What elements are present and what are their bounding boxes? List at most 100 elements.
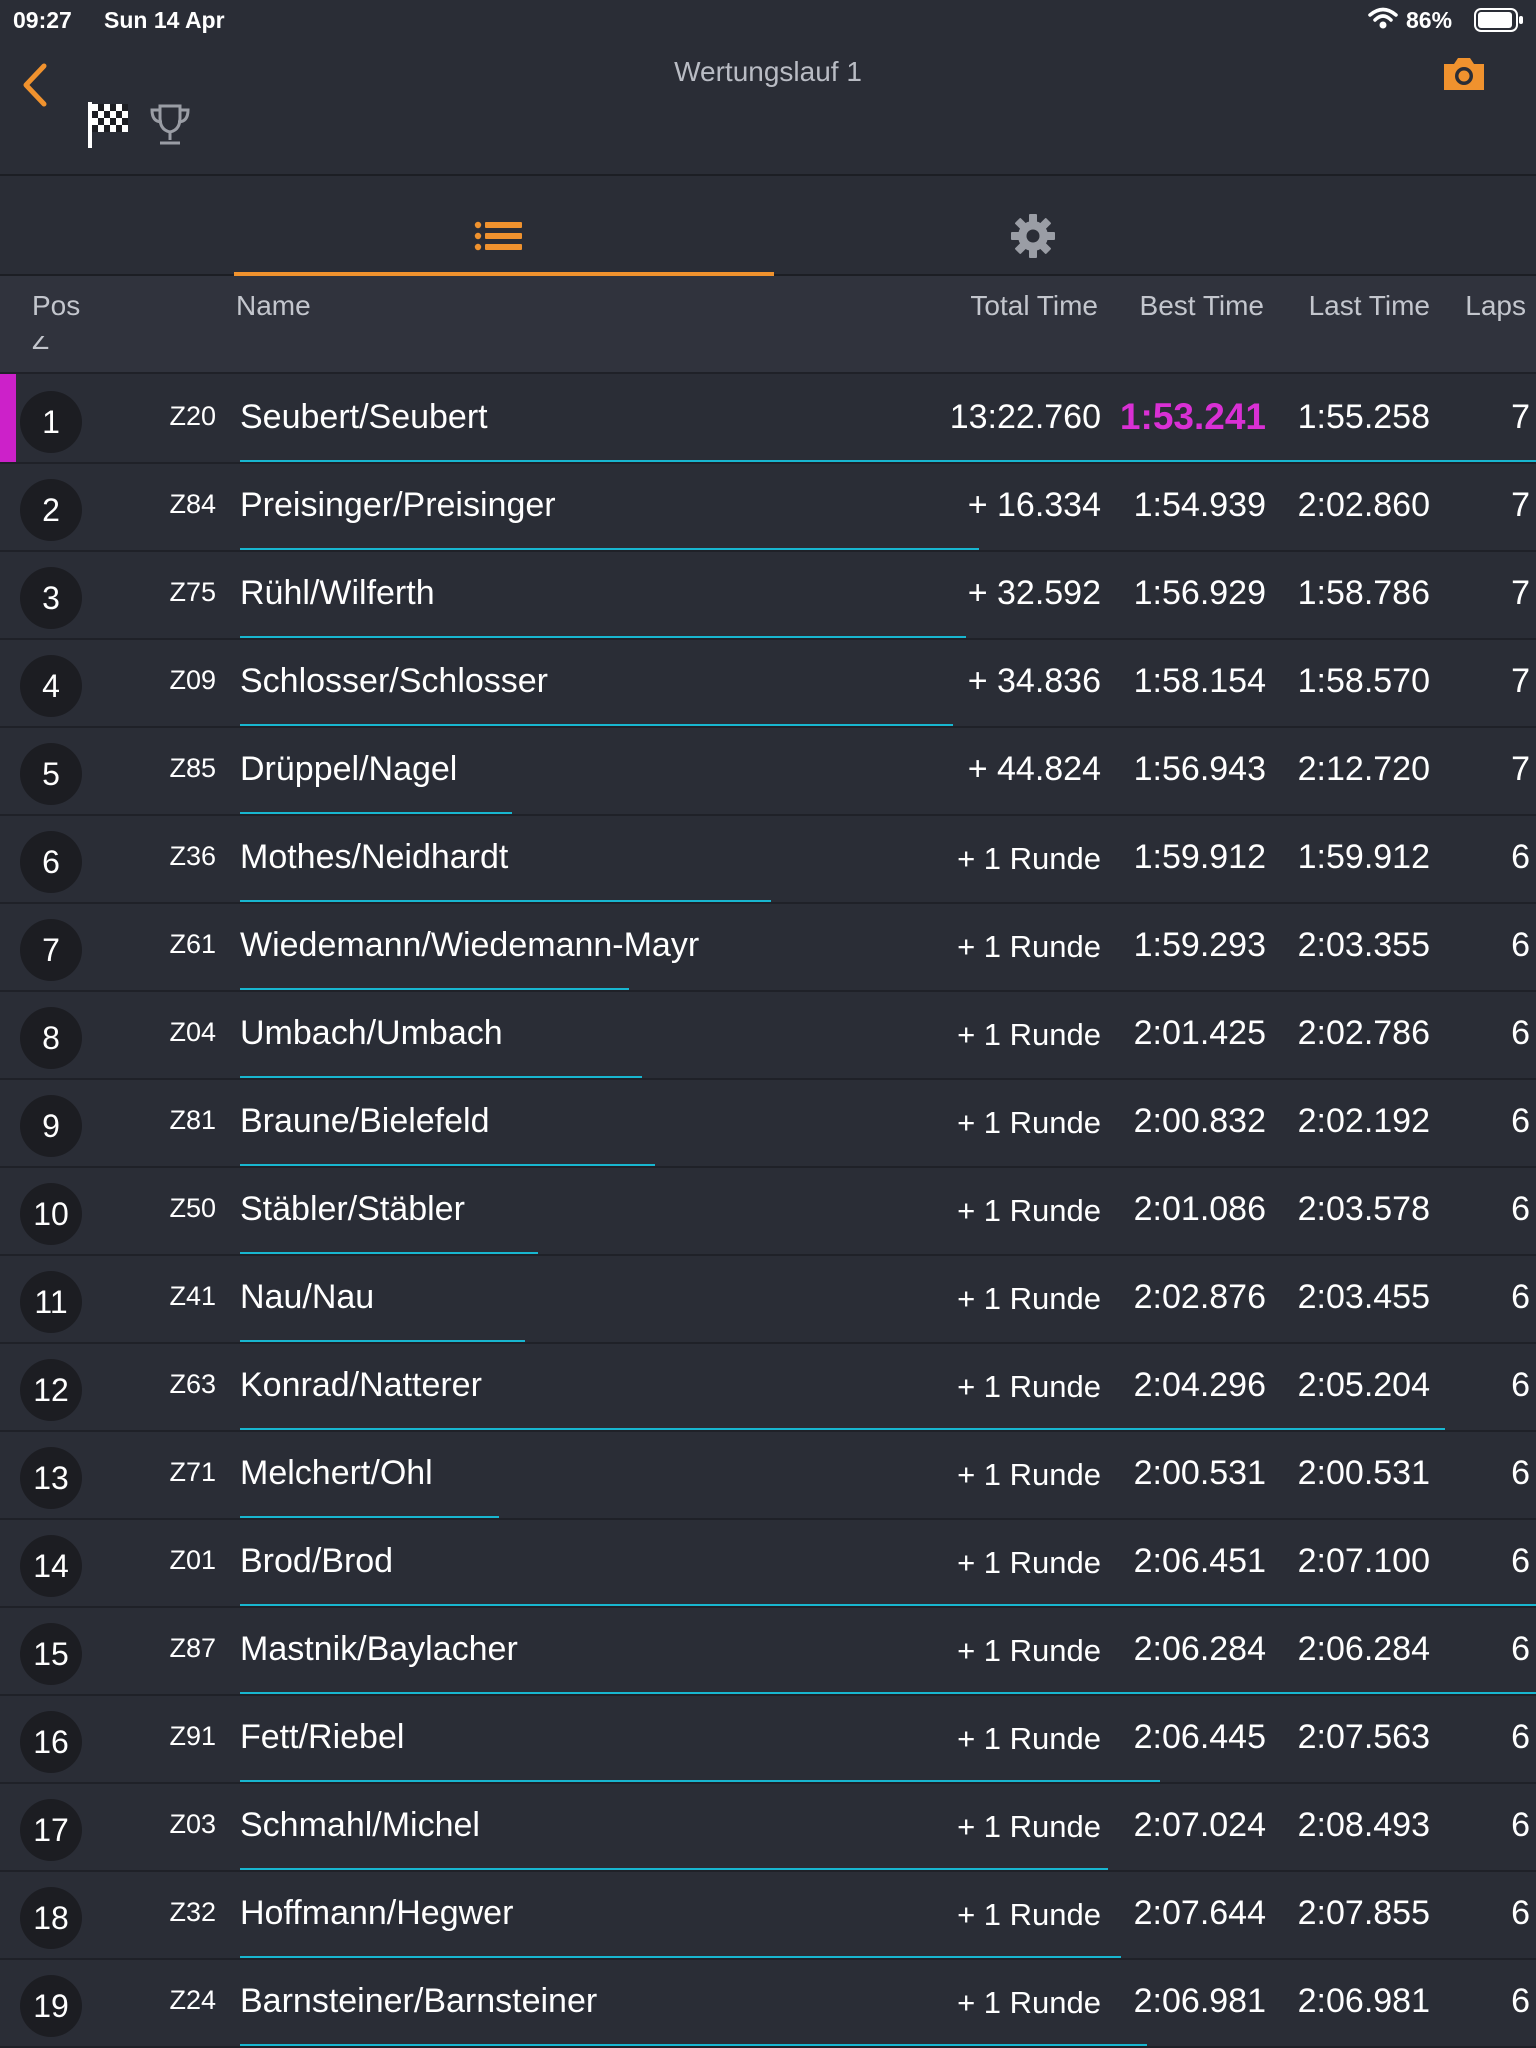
best-time: 2:00.531 — [1133, 1454, 1266, 1492]
car-number: Z03 — [169, 1809, 216, 1839]
car-number: Z71 — [169, 1457, 216, 1487]
position-badge: 15 — [20, 1623, 82, 1685]
last-time: 2:02.192 — [1297, 1102, 1430, 1140]
table-row[interactable]: 18 Z32 Hoffmann/Hegwer + 1 Runde 2:07.644 2:0… — [0, 1870, 1536, 1960]
table-row[interactable]: 12 Z63 Konrad/Natterer + 1 Runde 2:04.296 2:0… — [0, 1342, 1536, 1432]
driver-name: Melchert/Ohl — [240, 1454, 433, 1492]
laps-count: 6 — [1511, 1718, 1530, 1756]
driver-name: Braune/Bielefeld — [240, 1102, 490, 1140]
best-time: 1:59.293 — [1133, 926, 1266, 964]
best-time: 2:01.086 — [1133, 1190, 1266, 1228]
column-header-pos[interactable]: Pos — [32, 290, 80, 322]
total-time: + 1 Runde — [957, 1721, 1101, 1756]
car-number: Z91 — [169, 1721, 216, 1751]
total-time: + 1 Runde — [957, 841, 1101, 876]
best-time: 1:56.943 — [1133, 750, 1266, 788]
driver-name: Wiedemann/Wiedemann-Mayr — [240, 926, 700, 964]
car-number: Z01 — [169, 1545, 216, 1575]
column-header-best-time[interactable]: Best Time — [1140, 290, 1264, 322]
driver-name: Fett/Riebel — [240, 1718, 405, 1756]
laps-count: 6 — [1511, 1630, 1530, 1668]
table-row[interactable]: 13 Z71 Melchert/Ohl + 1 Runde 2:00.531 2:00.5… — [0, 1430, 1536, 1520]
position-badge: 18 — [20, 1887, 82, 1949]
laps-count: 6 — [1511, 1542, 1530, 1580]
position-badge: 12 — [20, 1359, 82, 1421]
total-time: + 1 Runde — [957, 1105, 1101, 1140]
total-time: + 32.592 — [967, 574, 1101, 612]
last-time: 2:06.284 — [1297, 1630, 1430, 1668]
table-row[interactable]: 15 Z87 Mastnik/Baylacher + 1 Runde 2:06.284 2… — [0, 1606, 1536, 1696]
table-row[interactable]: 2 Z84 Preisinger/Preisinger + 16.334 1:54.93… — [0, 462, 1536, 552]
table-row[interactable]: 5 Z85 Drüppel/Nagel + 44.824 1:56.943 2:12.72… — [0, 726, 1536, 816]
table-row[interactable]: 19 Z24 Barnsteiner/Barnsteiner + 1 Runde 2:0… — [0, 1958, 1536, 2048]
laps-count: 7 — [1511, 398, 1530, 436]
best-time: 1:58.154 — [1133, 662, 1266, 700]
driver-name: Drüppel/Nagel — [240, 750, 458, 788]
car-number: Z09 — [169, 665, 216, 695]
position-badge: 19 — [20, 1975, 82, 2037]
status-bar: 09:27 Sun 14 Apr 86% — [0, 0, 1536, 40]
position-badge: 14 — [20, 1535, 82, 1597]
table-row[interactable]: 3 Z75 Rühl/Wilferth + 32.592 1:56.929 1:58.78… — [0, 550, 1536, 640]
laps-count: 7 — [1511, 750, 1530, 788]
position-badge: 6 — [20, 831, 82, 893]
last-time: 2:02.860 — [1297, 486, 1430, 524]
driver-name: Seubert/Seubert — [240, 398, 488, 436]
driver-name: Brod/Brod — [240, 1542, 394, 1580]
table-row[interactable]: 16 Z91 Fett/Riebel + 1 Runde 2:06.445 2:07.56… — [0, 1694, 1536, 1784]
best-time: 2:00.832 — [1133, 1102, 1266, 1140]
table-header: Pos Name Total Time Best Time Last Time … — [0, 276, 1536, 336]
total-time: + 1 Runde — [957, 1369, 1101, 1404]
total-time: + 34.836 — [967, 662, 1101, 700]
table-row[interactable]: 1 Z20 Seubert/Seubert 13:22.760 1:53.241 1:55… — [0, 374, 1536, 464]
driver-name: Mothes/Neidhardt — [240, 838, 509, 876]
status-time: 09:27 — [13, 7, 72, 33]
table-row[interactable]: 14 Z01 Brod/Brod + 1 Runde 2:06.451 2:07.100 6 — [0, 1518, 1536, 1608]
camera-icon — [1444, 58, 1484, 90]
total-time: + 44.824 — [967, 750, 1101, 788]
best-time: 1:53.241 — [1119, 396, 1266, 437]
trophy-icon[interactable] — [148, 102, 192, 148]
car-number: Z87 — [169, 1633, 216, 1663]
total-time: + 1 Runde — [957, 1457, 1101, 1492]
table-row[interactable]: 8 Z04 Umbach/Umbach + 1 Runde 2:01.425 2:02.7… — [0, 990, 1536, 1080]
table-row[interactable]: 4 Z09 Schlosser/Schlosser + 34.836 1:58.154 1… — [0, 638, 1536, 728]
table-row[interactable]: 9 Z81 Braune/Bielefeld + 1 Runde 2:00.832 2:0… — [0, 1078, 1536, 1168]
section-label: Z — [32, 336, 50, 355]
last-time: 2:07.563 — [1297, 1718, 1430, 1756]
column-header-name[interactable]: Name — [236, 290, 311, 322]
camera-button[interactable] — [1440, 52, 1488, 96]
best-time: 2:04.296 — [1133, 1366, 1266, 1404]
battery-icon — [1474, 8, 1524, 38]
tab-results-list[interactable] — [234, 176, 774, 276]
driver-name: Hoffmann/Hegwer — [240, 1894, 514, 1932]
laps-count: 6 — [1511, 1454, 1530, 1492]
last-time: 2:03.355 — [1297, 926, 1430, 964]
last-time: 2:06.981 — [1297, 1982, 1430, 2020]
checkered-flag-icon[interactable] — [86, 98, 132, 150]
last-time: 2:00.531 — [1297, 1454, 1430, 1492]
car-number: Z85 — [169, 753, 216, 783]
position-badge: 13 — [20, 1447, 82, 1509]
best-time: 2:07.644 — [1133, 1894, 1266, 1932]
table-row[interactable]: 17 Z03 Schmahl/Michel + 1 Runde 2:07.024 2:08… — [0, 1782, 1536, 1872]
driver-name: Umbach/Umbach — [240, 1014, 503, 1052]
table-row[interactable]: 6 Z36 Mothes/Neidhardt + 1 Runde 1:59.912 1:5… — [0, 814, 1536, 904]
laps-count: 7 — [1511, 574, 1530, 612]
tab-settings[interactable] — [774, 176, 1314, 274]
table-row[interactable]: 7 Z61 Wiedemann/Wiedemann-Mayr + 1 Runde 1:5… — [0, 902, 1536, 992]
battery-percent: 86% — [1406, 7, 1453, 33]
table-row[interactable]: 11 Z41 Nau/Nau + 1 Runde 2:02.876 2:03.455 6 — [0, 1254, 1536, 1344]
column-header-last-time[interactable]: Last Time — [1309, 290, 1430, 322]
best-time: 1:59.912 — [1133, 838, 1266, 876]
column-header-total-time[interactable]: Total Time — [970, 290, 1098, 322]
laps-count: 6 — [1511, 1014, 1530, 1052]
driver-name: Barnsteiner/Barnsteiner — [240, 1982, 598, 2020]
last-time: 2:12.720 — [1297, 750, 1430, 788]
driver-name: Schlosser/Schlosser — [240, 662, 549, 700]
leader-marker — [0, 374, 16, 462]
table-row[interactable]: 10 Z50 Stäbler/Stäbler + 1 Runde 2:01.086 2:0… — [0, 1166, 1536, 1256]
column-header-laps[interactable]: Laps — [1465, 290, 1526, 322]
list-icon — [474, 221, 522, 251]
position-badge: 8 — [20, 1007, 82, 1069]
